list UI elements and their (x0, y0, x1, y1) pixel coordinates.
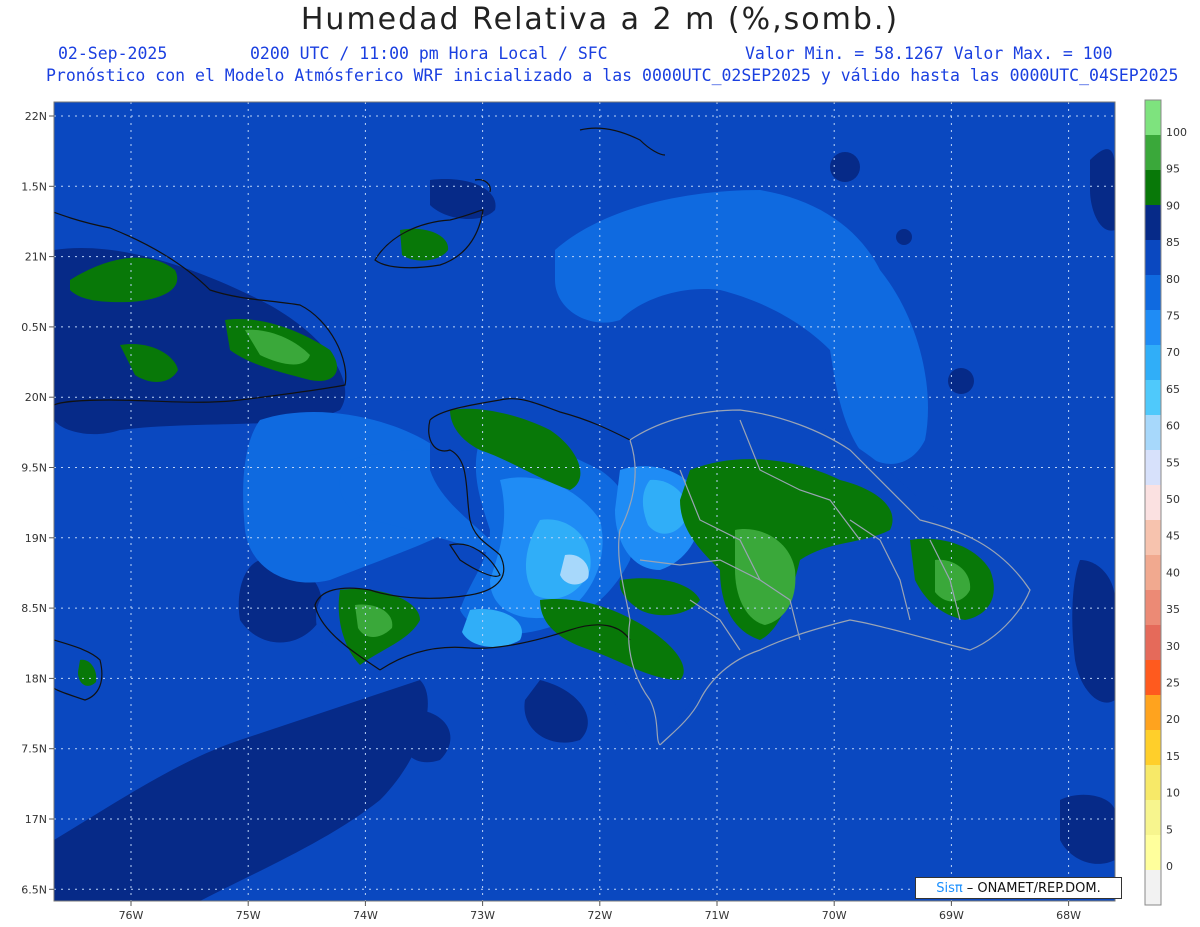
credit-organization: – ONAMET/REP.DOM. (966, 880, 1101, 896)
legend-swatch (1145, 730, 1161, 766)
legend-swatch (1145, 835, 1161, 871)
lat-label: 6.5N (21, 883, 47, 896)
legend-swatch (1145, 695, 1161, 731)
legend-swatch (1145, 415, 1161, 451)
legend-swatch (1145, 800, 1161, 836)
lat-label: 1.5N (21, 180, 47, 193)
lon-label: 72W (587, 909, 612, 922)
lat-label: 7.5N (21, 743, 47, 756)
legend-swatch (1145, 520, 1161, 556)
legend-swatch (1145, 170, 1161, 206)
lon-label: 70W (822, 909, 847, 922)
credit-box: Sisπ – ONAMET/REP.DOM. (915, 877, 1122, 899)
legend-swatch (1145, 380, 1161, 416)
legend-label: 95 (1166, 163, 1180, 176)
legend-label: 55 (1166, 456, 1180, 469)
legend-swatch (1145, 485, 1161, 521)
lon-label: 75W (236, 909, 261, 922)
legend-label: 20 (1166, 713, 1180, 726)
legend-swatch (1145, 450, 1161, 486)
lat-label: 17N (25, 813, 47, 826)
lat-label: 8.5N (21, 602, 47, 615)
legend-swatch (1145, 205, 1161, 241)
lat-label: 9.5N (21, 462, 47, 475)
lon-label: 71W (705, 909, 730, 922)
legend-label: 65 (1166, 383, 1180, 396)
humidity-map: 22N 1.5N 21N 0.5N 20N 9.5N 19N 8.5N 18N 7.5N 17N 6.… (21, 99, 1187, 922)
legend-label: 60 (1166, 420, 1180, 433)
legend-label: 25 (1166, 677, 1180, 690)
legend-swatch (1145, 310, 1161, 346)
lon-label: 69W (939, 909, 964, 922)
lat-label: 19N (25, 532, 47, 545)
legend-label: 0 (1166, 860, 1173, 873)
legend-swatch (1145, 135, 1161, 171)
legend-label: 70 (1166, 346, 1180, 359)
legend-swatch (1145, 625, 1161, 661)
lat-label: 0.5N (21, 321, 47, 334)
legend-label: 30 (1166, 640, 1180, 653)
legend-label: 40 (1166, 566, 1180, 579)
lon-label: 76W (119, 909, 144, 922)
legend-label: 10 (1166, 787, 1180, 800)
legend-label: 15 (1166, 750, 1180, 763)
humidity-field (54, 102, 1115, 901)
legend-swatch (1145, 240, 1161, 276)
legend-label: 35 (1166, 603, 1180, 616)
lon-label: 74W (353, 909, 378, 922)
legend-swatch (1145, 590, 1161, 626)
legend-swatch (1145, 870, 1161, 906)
lat-label: 20N (25, 391, 47, 404)
legend-label: 80 (1166, 273, 1180, 286)
lat-label: 22N (25, 110, 47, 123)
longitude-labels: 76W 75W 74W 73W 72W 71W 70W 69W 68W (119, 901, 1081, 922)
legend-label: 5 (1166, 823, 1173, 836)
lat-label: 18N (25, 672, 47, 685)
legend-label: 90 (1166, 199, 1180, 212)
legend-swatch (1145, 660, 1161, 696)
color-legend: 1009590858075706560555045403530252015105… (1144, 99, 1187, 906)
sispi-logo: Sisπ (936, 880, 963, 896)
legend-label: 50 (1166, 493, 1180, 506)
latitude-labels: 22N 1.5N 21N 0.5N 20N 9.5N 19N 8.5N 18N 7.5N 17N 6.… (21, 110, 54, 896)
legend-swatch (1145, 345, 1161, 381)
legend-label: 100 (1166, 126, 1187, 139)
legend-label: 45 (1166, 530, 1180, 543)
lon-label: 68W (1056, 909, 1081, 922)
legend-swatch (1145, 555, 1161, 591)
legend-swatch (1145, 765, 1161, 801)
legend-swatch (1145, 275, 1161, 311)
legend-label: 75 (1166, 310, 1180, 323)
legend-swatch (1145, 100, 1161, 136)
legend-label: 85 (1166, 236, 1180, 249)
lat-label: 21N (25, 251, 47, 264)
lon-label: 73W (470, 909, 495, 922)
